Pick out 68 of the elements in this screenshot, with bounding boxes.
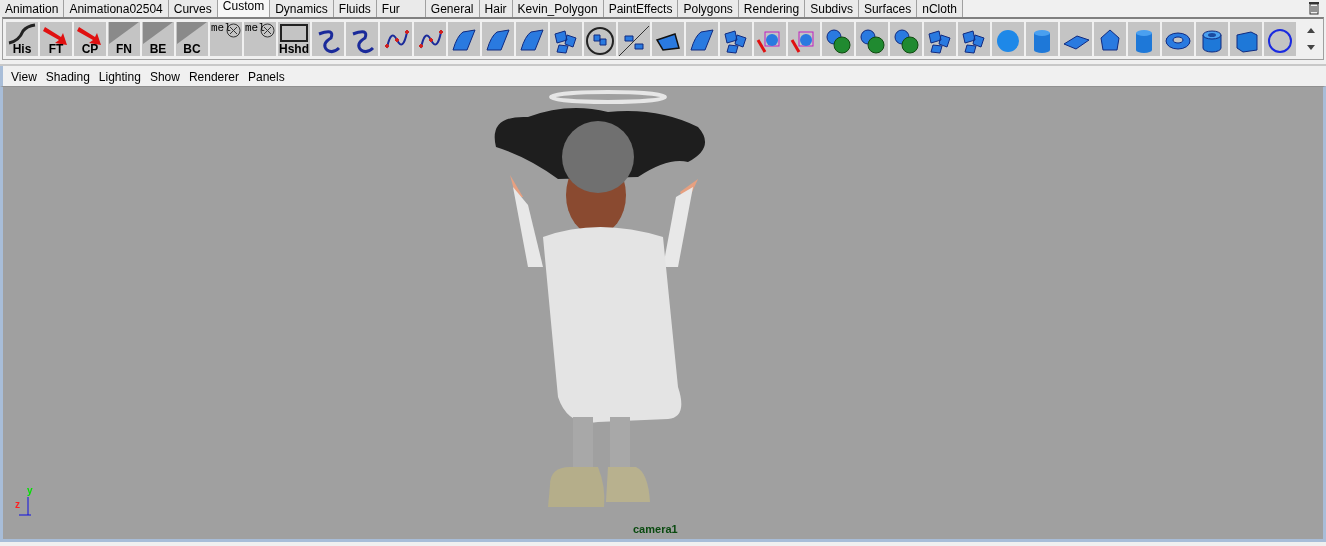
shelf-button[interactable] — [1094, 22, 1126, 56]
shelf-button[interactable] — [346, 22, 378, 56]
shelf-button[interactable] — [1264, 22, 1296, 56]
shelf-button[interactable] — [482, 22, 514, 56]
panel-menu-item[interactable]: Panels — [247, 70, 285, 86]
ball-icon — [823, 26, 853, 56]
scroll-down-icon[interactable] — [1307, 45, 1315, 50]
circle-icon — [1265, 26, 1295, 56]
shelf-button[interactable]: BE — [142, 22, 174, 56]
shelf-button[interactable] — [550, 22, 582, 56]
shelf-button[interactable]: BC — [176, 22, 208, 56]
shelf-button[interactable] — [652, 22, 684, 56]
shelf-button[interactable] — [822, 22, 854, 56]
shelf-button[interactable] — [720, 22, 752, 56]
shelf-tab[interactable]: Rendering — [738, 0, 806, 17]
shelf-tab[interactable]: Kevin_Polygon — [512, 0, 604, 17]
panel-menu-item[interactable]: View — [11, 70, 37, 86]
shelf-button[interactable] — [516, 22, 548, 56]
shelf-button[interactable] — [958, 22, 990, 56]
shelf-button[interactable]: mel — [210, 22, 242, 56]
shelf-button[interactable]: FN — [108, 22, 140, 56]
shelf-button[interactable]: mel — [244, 22, 276, 56]
shelf-tab[interactable]: Animation — [0, 0, 65, 17]
shelf-button[interactable]: His — [6, 22, 38, 56]
shelf-tab[interactable]: General — [425, 0, 480, 17]
frame-icon — [280, 24, 308, 42]
shelf-tab[interactable]: Subdivs — [805, 0, 859, 17]
shelf-button[interactable] — [414, 22, 446, 56]
shelf-button[interactable] — [380, 22, 412, 56]
camera-label: camera1 — [633, 523, 678, 535]
shelf-button[interactable] — [924, 22, 956, 56]
ball-icon — [857, 26, 887, 56]
ring-tiles-icon — [585, 26, 615, 56]
shelf-tab[interactable]: Fluids — [333, 0, 377, 17]
panel-menu-item[interactable]: Show — [149, 70, 180, 86]
panel-menu-item[interactable]: Lighting — [98, 70, 141, 86]
shelf-tab[interactable]: nCloth — [917, 0, 963, 17]
shelf-button[interactable] — [856, 22, 888, 56]
shelf-button[interactable] — [1060, 22, 1092, 56]
ball-icon — [891, 26, 921, 56]
shelf-tab[interactable]: Surfaces — [858, 0, 918, 17]
panel-menu-item[interactable]: Renderer — [188, 70, 239, 86]
shelf-tab[interactable]: PaintEffects — [603, 0, 679, 17]
shelf-button[interactable] — [584, 22, 616, 56]
axis-indicator: y z — [15, 485, 35, 519]
shelf-button[interactable] — [1196, 22, 1228, 56]
viewport[interactable]: y z camera1 — [0, 86, 1326, 542]
panel-menu-item[interactable]: Shading — [45, 70, 90, 86]
shelf-tab[interactable]: Curves — [168, 0, 218, 17]
shelf-button[interactable] — [1162, 22, 1194, 56]
shelf-tab[interactable]: Fur — [376, 0, 426, 17]
shelf-button[interactable]: FT — [40, 22, 72, 56]
shelf-tab[interactable]: Hair — [479, 0, 513, 17]
shelf-button[interactable] — [1230, 22, 1262, 56]
shelf-button[interactable] — [448, 22, 480, 56]
trash-icon[interactable] — [1308, 1, 1320, 15]
shelf-tab[interactable]: Custom — [217, 0, 271, 17]
shelf-button[interactable] — [312, 22, 344, 56]
shelf-button[interactable]: Hshd — [278, 22, 310, 56]
shelf-tab[interactable]: Animationa02504 — [64, 0, 169, 17]
shelf-button[interactable] — [618, 22, 650, 56]
shelf-tab[interactable]: Dynamics — [270, 0, 334, 17]
shelf-tab[interactable]: Polygons — [678, 0, 739, 17]
scroll-up-icon[interactable] — [1307, 28, 1315, 33]
shelf-button[interactable] — [686, 22, 718, 56]
mirror-icon — [619, 26, 649, 56]
shelf-button[interactable] — [890, 22, 922, 56]
shelf-button[interactable]: CP — [74, 22, 106, 56]
